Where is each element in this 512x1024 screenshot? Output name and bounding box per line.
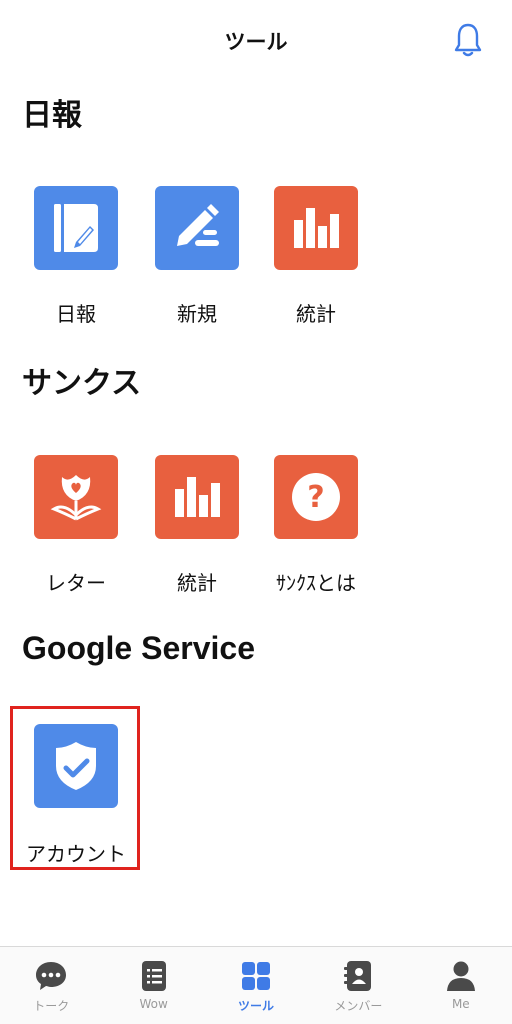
notebook-edit-icon — [54, 204, 98, 252]
pencil-icon — [177, 204, 219, 246]
question-icon: ? — [292, 473, 340, 521]
svg-text:?: ? — [307, 480, 324, 515]
list-icon — [141, 961, 166, 991]
tab-talk[interactable]: トーク — [0, 947, 102, 1024]
tile-new[interactable]: 新規 — [137, 186, 257, 327]
tab-me[interactable]: Me — [410, 947, 512, 1024]
tile-stats-nippo[interactable]: 統計 — [256, 186, 376, 327]
tab-label: トーク — [33, 999, 70, 1013]
tile-label: ｻﾝｸｽとは — [276, 571, 356, 595]
tab-tools[interactable]: ツール — [205, 947, 307, 1024]
tile-label: アカウント — [26, 842, 126, 866]
section-title-thanks: サンクス — [22, 366, 142, 401]
tile-account[interactable]: アカウント — [16, 724, 136, 867]
tab-label: Wow — [139, 997, 168, 1011]
tab-label: ツール — [238, 999, 275, 1013]
tile-icon-bg — [34, 186, 118, 270]
shield-check-icon — [56, 742, 96, 790]
tab-label: Me — [451, 997, 470, 1011]
tile-label: 統計 — [296, 302, 336, 326]
tile-nippo[interactable]: 日報 — [16, 186, 136, 327]
grid-icon — [242, 962, 271, 990]
tile-icon-bg — [34, 724, 118, 808]
chat-icon — [36, 962, 67, 990]
header: ツール — [0, 0, 512, 80]
tile-icon-bg — [155, 455, 239, 539]
contacts-icon — [344, 961, 372, 991]
tile-label: 統計 — [177, 571, 217, 595]
page-title: ツール — [224, 30, 288, 54]
tile-icon-bg — [34, 455, 118, 539]
tile-icon-bg — [155, 186, 239, 270]
tile-icon-bg — [274, 186, 358, 270]
person-icon — [446, 961, 475, 991]
tab-wow[interactable]: Wow — [102, 947, 204, 1024]
tile-icon-bg: ? — [274, 455, 358, 539]
heart-flower-icon — [50, 475, 102, 521]
tile-stats-thanks[interactable]: 統計 — [137, 455, 257, 596]
bar-chart-icon — [175, 477, 220, 517]
tile-about-thanks[interactable]: ? ｻﾝｸｽとは — [256, 455, 376, 596]
tab-members[interactable]: メンバー — [307, 947, 409, 1024]
tile-letter[interactable]: レター — [16, 455, 136, 596]
tile-label: 日報 — [56, 302, 96, 326]
tab-bar: トーク Wow ツール メンバー Me — [0, 946, 512, 1024]
bar-chart-icon — [294, 208, 339, 248]
tile-label: レター — [46, 571, 106, 595]
tab-label: メンバー — [334, 999, 383, 1013]
tile-label: 新規 — [177, 302, 217, 326]
section-title-nippo: 日報 — [22, 98, 82, 133]
bell-icon[interactable] — [452, 22, 484, 58]
section-title-google: Google Service — [22, 630, 255, 666]
